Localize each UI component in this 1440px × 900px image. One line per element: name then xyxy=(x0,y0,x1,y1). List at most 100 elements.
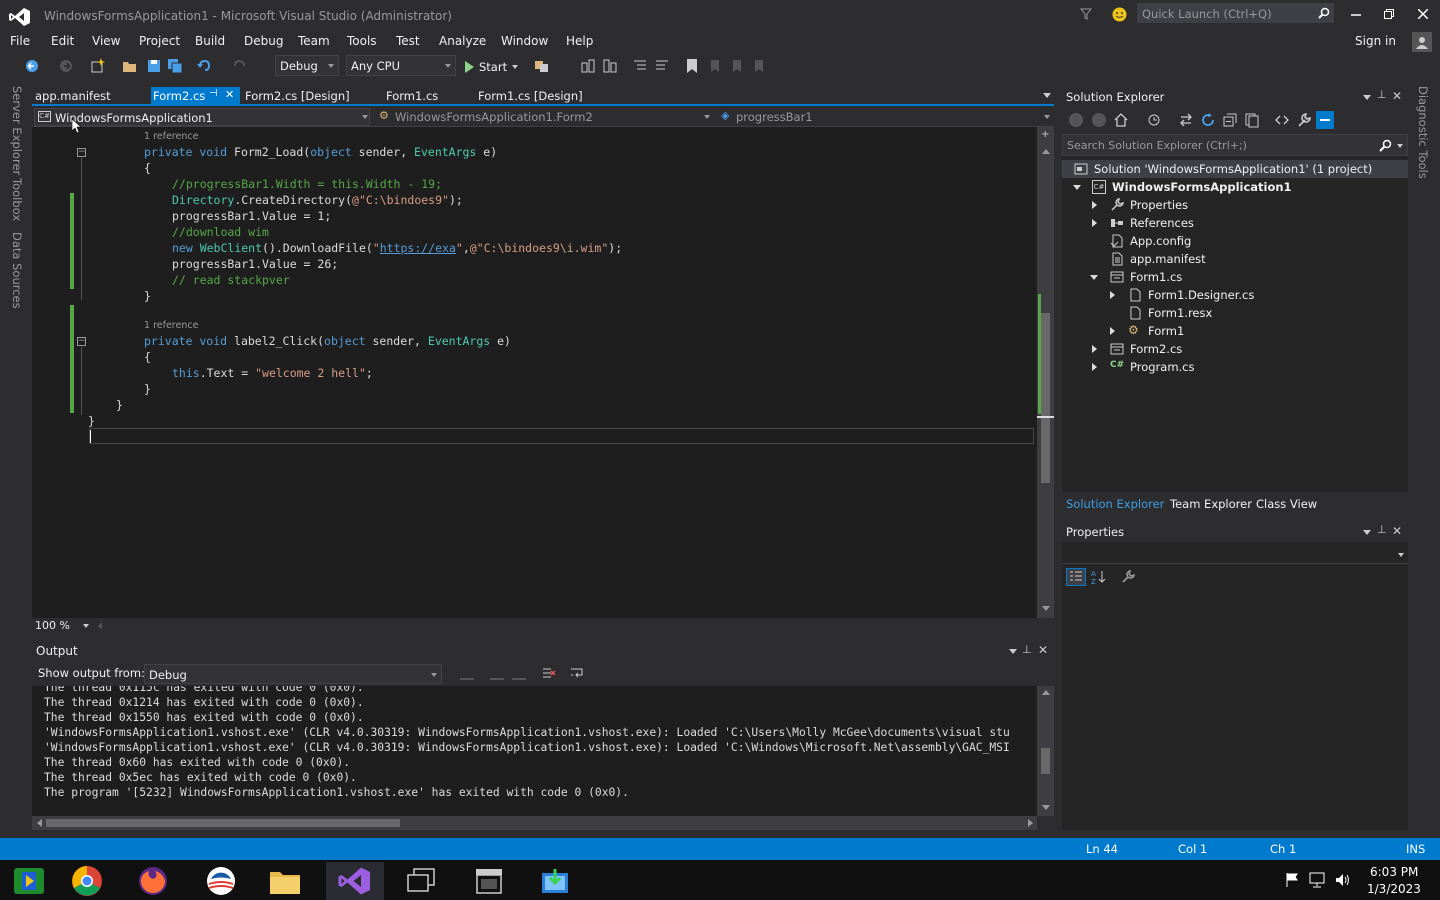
expand-arrow-icon[interactable] xyxy=(1110,327,1115,335)
pin-icon[interactable]: ⊥ xyxy=(1377,88,1387,101)
output-vertical-scrollbar[interactable] xyxy=(1037,686,1054,816)
attach-process-icon[interactable] xyxy=(534,58,550,74)
expand-arrow-icon[interactable] xyxy=(1092,345,1097,353)
menu-team[interactable]: Team xyxy=(298,34,330,48)
scrollbar-thumb[interactable] xyxy=(1041,748,1050,774)
categorized-view-icon[interactable] xyxy=(1066,568,1086,586)
collapse-region-icon[interactable]: − xyxy=(77,337,86,346)
scroll-left-icon[interactable] xyxy=(98,622,102,630)
clock-time[interactable]: 6:03 PM xyxy=(1370,865,1418,879)
menu-analyze[interactable]: Analyze xyxy=(439,34,486,48)
split-editor-icon[interactable]: + xyxy=(1041,129,1049,140)
scroll-down-icon[interactable] xyxy=(1042,805,1050,810)
property-pages-wrench-icon[interactable] xyxy=(1120,569,1136,585)
scrollbar-thumb[interactable] xyxy=(46,819,400,827)
new-project-icon[interactable] xyxy=(90,58,106,74)
restore-button[interactable] xyxy=(1375,4,1403,24)
output-text-area[interactable]: The thread 0x115c has exited with code 0… xyxy=(32,686,1037,816)
window-position-chevron-icon[interactable] xyxy=(1363,530,1371,535)
menu-project[interactable]: Project xyxy=(139,34,180,48)
clear-all-icon[interactable] xyxy=(542,666,556,680)
code-editor[interactable]: − − 1 reference private void Form2_Load(… xyxy=(32,119,1037,618)
tab-app-manifest[interactable]: app.manifest xyxy=(33,87,149,105)
action-center-flag-icon[interactable] xyxy=(1284,872,1300,888)
tree-item-app-manifest[interactable]: app.manifest xyxy=(1062,250,1408,268)
clock-date[interactable]: 1/3/2023 xyxy=(1367,882,1421,896)
class-dropdown[interactable]: ⚙ WindowsFormsApplication1.Form2 xyxy=(376,108,712,126)
codelens-references[interactable]: 1 reference xyxy=(144,131,198,142)
menu-file[interactable]: File xyxy=(10,34,30,48)
close-panel-icon[interactable]: ✕ xyxy=(1392,524,1402,538)
tab-form1-design[interactable]: Form1.cs [Design] xyxy=(476,87,616,105)
tab-class-view[interactable]: Class View xyxy=(1256,497,1317,511)
close-panel-icon[interactable]: ✕ xyxy=(1392,89,1402,103)
filter-icon[interactable] xyxy=(1078,6,1094,22)
feedback-smiley-icon[interactable] xyxy=(1110,5,1128,23)
tree-item-properties[interactable]: Properties xyxy=(1062,196,1408,214)
data-sources-tab[interactable]: Data Sources xyxy=(10,232,24,309)
forward-icon[interactable] xyxy=(1092,113,1106,127)
tab-form1-cs[interactable]: Form1.cs xyxy=(384,87,474,105)
task-view-icon[interactable] xyxy=(392,862,450,900)
uncomment-lines-icon[interactable] xyxy=(654,58,670,74)
scroll-up-icon[interactable] xyxy=(1042,149,1050,154)
menu-view[interactable]: View xyxy=(92,34,120,48)
refresh-icon[interactable] xyxy=(1200,112,1216,128)
start-debugging-button[interactable]: Start xyxy=(464,58,519,76)
minimize-button[interactable] xyxy=(1342,4,1370,24)
scrollbar-thumb[interactable] xyxy=(1041,313,1050,483)
navigate-back-icon[interactable] xyxy=(24,58,40,74)
scroll-up-icon[interactable] xyxy=(1042,690,1050,695)
obama-logo-icon[interactable] xyxy=(192,862,250,900)
zoom-level[interactable]: 100 % xyxy=(35,619,70,632)
collapse-all-icon[interactable] xyxy=(1222,112,1238,128)
output-horizontal-scrollbar[interactable] xyxy=(32,816,1037,830)
save-icon[interactable] xyxy=(146,58,162,74)
tab-overflow-chevron-icon[interactable] xyxy=(1043,93,1051,98)
back-icon[interactable] xyxy=(1069,113,1083,127)
tree-item-app-config[interactable]: App.config xyxy=(1062,232,1408,250)
windows-media-icon[interactable] xyxy=(0,862,58,900)
menu-tools[interactable]: Tools xyxy=(347,34,377,48)
window-position-chevron-icon[interactable] xyxy=(1009,649,1017,654)
url-link[interactable]: https://exa xyxy=(380,241,456,255)
tree-item-program-cs[interactable]: C# Program.cs xyxy=(1062,358,1408,376)
alphabetical-sort-icon[interactable]: AZ xyxy=(1090,569,1108,585)
comment-lines-icon[interactable] xyxy=(632,58,648,74)
find-message-icon[interactable] xyxy=(460,666,474,680)
tab-solution-explorer[interactable]: Solution Explorer xyxy=(1066,497,1164,511)
previous-message-icon[interactable] xyxy=(490,666,504,680)
tree-item-project[interactable]: C# WindowsFormsApplication1 xyxy=(1062,178,1408,196)
quick-launch-input[interactable]: Quick Launch (Ctrl+Q) xyxy=(1137,3,1334,23)
editor-vertical-scrollbar[interactable]: + xyxy=(1037,127,1054,618)
save-all-icon[interactable] xyxy=(167,58,183,74)
server-explorer-tab[interactable]: Server Explorer xyxy=(10,86,24,175)
sign-in-link[interactable]: Sign in xyxy=(1355,34,1396,48)
sync-with-active-document-icon[interactable] xyxy=(1178,112,1194,128)
preview-selected-items-icon[interactable] xyxy=(1316,111,1334,129)
next-message-icon[interactable] xyxy=(512,666,526,680)
account-avatar-icon[interactable] xyxy=(1412,32,1432,52)
home-icon[interactable] xyxy=(1113,112,1129,128)
project-dropdown[interactable]: C# WindowsFormsApplication1 xyxy=(34,108,370,126)
expand-arrow-icon[interactable] xyxy=(1092,201,1097,209)
expand-arrow-icon[interactable] xyxy=(1110,291,1115,299)
search-icon[interactable] xyxy=(1379,139,1393,153)
pending-changes-filter-icon[interactable] xyxy=(1146,112,1162,128)
tree-item-form1-resx[interactable]: Form1.resx xyxy=(1062,304,1408,322)
store-icon[interactable] xyxy=(460,862,518,900)
chrome-icon[interactable] xyxy=(58,862,116,900)
output-source-select[interactable]: Debug xyxy=(144,664,442,684)
view-code-icon[interactable] xyxy=(1274,112,1290,128)
word-wrap-icon[interactable] xyxy=(570,666,584,680)
codelens-references[interactable]: 1 reference xyxy=(144,320,198,331)
tab-form2-cs[interactable]: Form2.cs ⊣ ✕ xyxy=(151,87,240,105)
scroll-down-icon[interactable] xyxy=(1042,606,1050,611)
pin-icon[interactable]: ⊥ xyxy=(1377,523,1387,536)
show-all-files-icon[interactable] xyxy=(1244,112,1260,128)
network-icon[interactable] xyxy=(1308,872,1326,888)
search-icon[interactable] xyxy=(1317,6,1331,20)
step-over-icon[interactable] xyxy=(580,58,596,74)
firefox-icon[interactable] xyxy=(124,862,182,900)
previous-bookmark-icon[interactable] xyxy=(706,58,722,74)
